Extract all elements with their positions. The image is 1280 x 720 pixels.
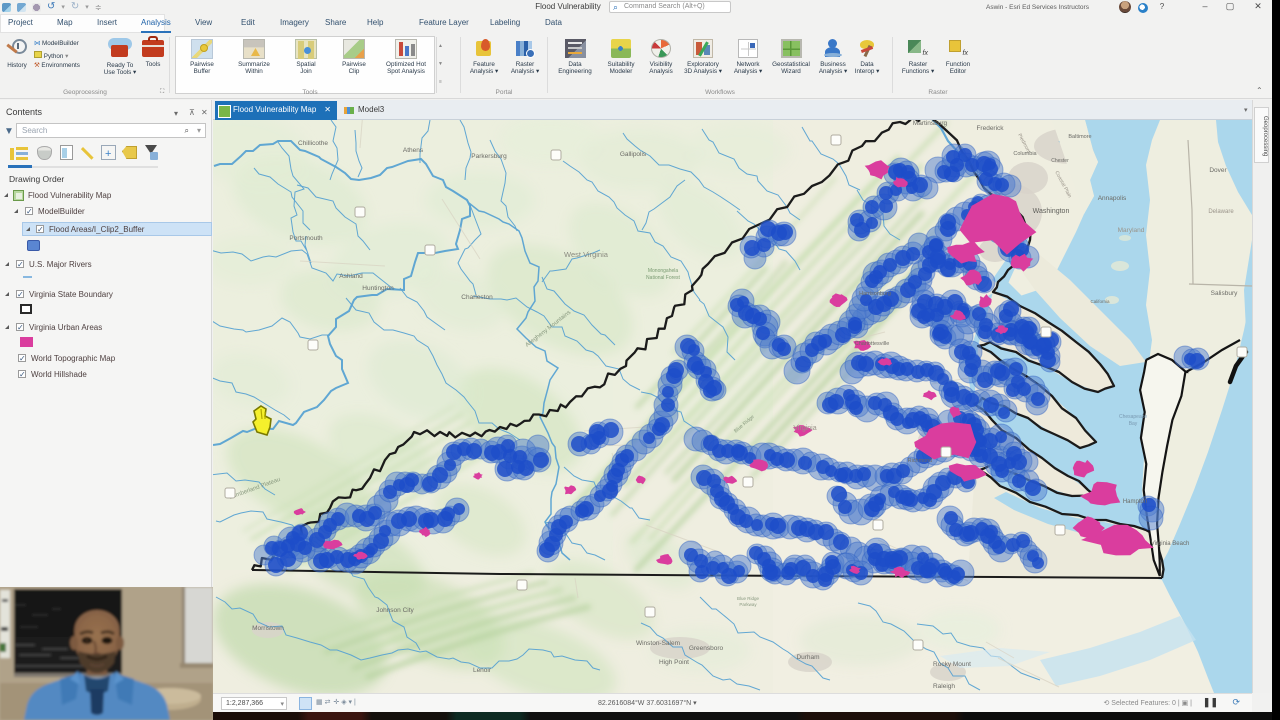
svg-text:Parkersburg: Parkersburg <box>471 153 507 160</box>
svg-text:Richmond: Richmond <box>908 458 933 464</box>
svg-text:High Point: High Point <box>659 659 689 666</box>
svg-text:Raleigh: Raleigh <box>933 683 955 690</box>
svg-text:Huntington: Huntington <box>362 285 394 292</box>
svg-text:Dover: Dover <box>1209 167 1227 174</box>
svg-text:Columbia: Columbia <box>1013 151 1037 157</box>
svg-text:Chester: Chester <box>1051 158 1069 164</box>
svg-text:Washington: Washington <box>1033 208 1070 215</box>
svg-text:Winston-Salem: Winston-Salem <box>636 640 680 647</box>
svg-text:Maryland: Maryland <box>1118 227 1145 234</box>
svg-text:Charleston: Charleston <box>461 294 493 301</box>
svg-text:Lenoir: Lenoir <box>473 667 492 674</box>
svg-text:Durham: Durham <box>796 654 819 661</box>
svg-text:Delaware: Delaware <box>1208 209 1234 215</box>
svg-text:Bay: Bay <box>1129 421 1138 427</box>
svg-text:Morristown: Morristown <box>252 625 284 632</box>
svg-text:Martinsburg: Martinsburg <box>913 120 948 127</box>
svg-text:Baltimore: Baltimore <box>1068 134 1091 140</box>
svg-text:Monongahela: Monongahela <box>648 268 679 274</box>
svg-text:Portsmouth: Portsmouth <box>289 235 323 242</box>
svg-text:National Forest: National Forest <box>646 275 681 281</box>
svg-text:Parkway: Parkway <box>739 602 757 607</box>
svg-text:Virginia: Virginia <box>793 425 816 432</box>
svg-text:Ashland: Ashland <box>339 273 363 280</box>
svg-text:Hampton: Hampton <box>1123 499 1147 505</box>
svg-text:Chillicothe: Chillicothe <box>298 140 328 147</box>
svg-text:Salisbury: Salisbury <box>1211 290 1238 297</box>
svg-text:Chesapeake: Chesapeake <box>1119 414 1147 420</box>
svg-text:Athens: Athens <box>403 147 424 154</box>
svg-text:Frederick: Frederick <box>976 125 1004 132</box>
svg-text:Blue Ridge: Blue Ridge <box>737 596 760 601</box>
svg-text:Greensboro: Greensboro <box>689 645 724 652</box>
svg-text:Charlottesville: Charlottesville <box>855 341 890 347</box>
svg-text:Harrisonburg: Harrisonburg <box>859 291 891 297</box>
svg-text:Annapolis: Annapolis <box>1098 195 1127 202</box>
svg-text:Gallipolis: Gallipolis <box>620 151 647 158</box>
svg-text:Rocky Mount: Rocky Mount <box>933 661 971 668</box>
svg-text:Johnson City: Johnson City <box>376 607 414 614</box>
svg-text:West Virginia: West Virginia <box>564 250 609 259</box>
svg-text:California: California <box>1090 299 1110 304</box>
svg-text:Virginia Beach: Virginia Beach <box>1151 541 1190 547</box>
